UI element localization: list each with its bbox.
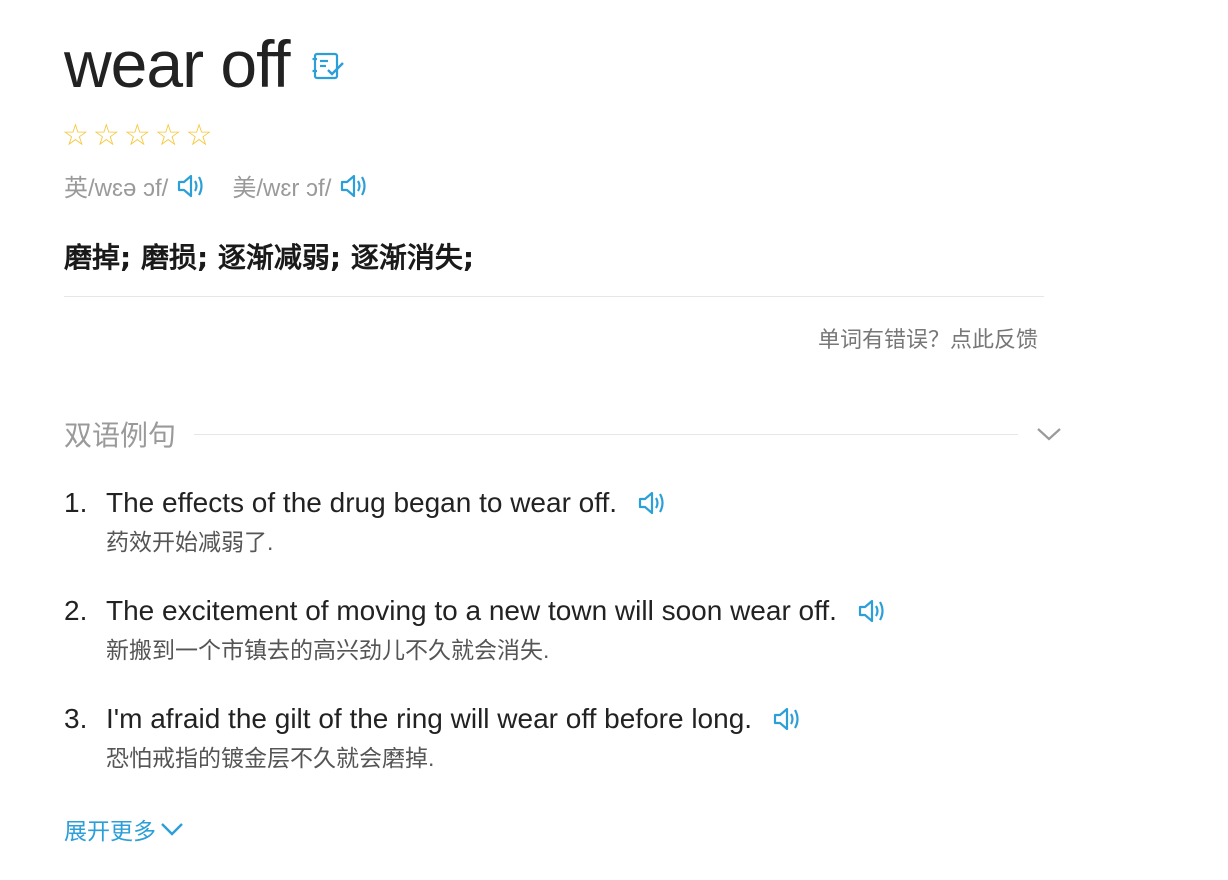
example-item: 3. I'm afraid the gilt of the ring will … [64,698,1064,776]
example-item: 2. The excitement of moving to a new tow… [64,590,1064,668]
speaker-icon[interactable] [857,597,887,625]
show-more-link[interactable]: 展开更多 [64,812,184,846]
example-chinese: 恐怕戒指的镀金层不久就会磨掉. [106,745,435,771]
star-outline-icon: ☆ [154,119,182,152]
phonetic-uk-label: 英/wɛə ɔf/ [64,175,169,202]
star-outline-icon: ☆ [123,119,151,152]
example-chinese: 新搬到一个市镇去的高兴劲儿不久就会消失. [106,637,550,663]
star-outline-icon: ☆ [62,119,89,152]
speaker-icon[interactable] [176,172,206,200]
rating-stars: ☆ ☆ ☆ ☆ ☆ [62,118,213,154]
example-number: 2. [64,595,88,626]
example-english: The excitement of moving to a new town w… [106,595,837,626]
star-outline-icon: ☆ [92,119,120,152]
meaning-text: 磨掉; 磨损; 逐渐减弱; 逐渐消失; [64,241,475,274]
speaker-icon[interactable] [637,489,667,517]
phonetics-row: 英/wɛə ɔf/ 美/wɛr ɔf/ [64,168,395,203]
example-number: 3. [64,703,88,734]
wordbook-add-icon[interactable] [312,51,346,86]
chevron-down-icon[interactable] [1036,426,1062,442]
section-title: 双语例句 [64,420,177,451]
example-number: 1. [64,487,88,518]
star-outline-icon: ☆ [185,119,213,152]
example-english: The effects of the drug began to wear of… [106,487,618,518]
phonetic-us: 美/wɛr ɔf/ [232,168,369,203]
chevron-down-icon [156,816,184,843]
divider [64,296,1044,297]
example-chinese: 药效开始减弱了. [106,529,274,555]
headword-row: wear off [64,24,346,104]
example-english: I'm afraid the gilt of the ring will wea… [106,703,753,734]
show-more-label: 展开更多 [64,818,156,844]
speaker-icon[interactable] [772,705,802,733]
headword: wear off [64,27,291,101]
phonetic-us-label: 美/wɛr ɔf/ [232,175,332,202]
phonetic-uk: 英/wɛə ɔf/ [64,168,206,203]
example-item: 1. The effects of the drug began to wear… [64,482,1064,560]
section-divider [194,433,1018,435]
feedback-link[interactable]: 单词有错误？点此反馈 [818,322,1038,354]
example-list: 1. The effects of the drug began to wear… [64,482,1064,806]
bilingual-examples-header: 双语例句 [64,414,1062,454]
speaker-icon[interactable] [339,172,369,200]
